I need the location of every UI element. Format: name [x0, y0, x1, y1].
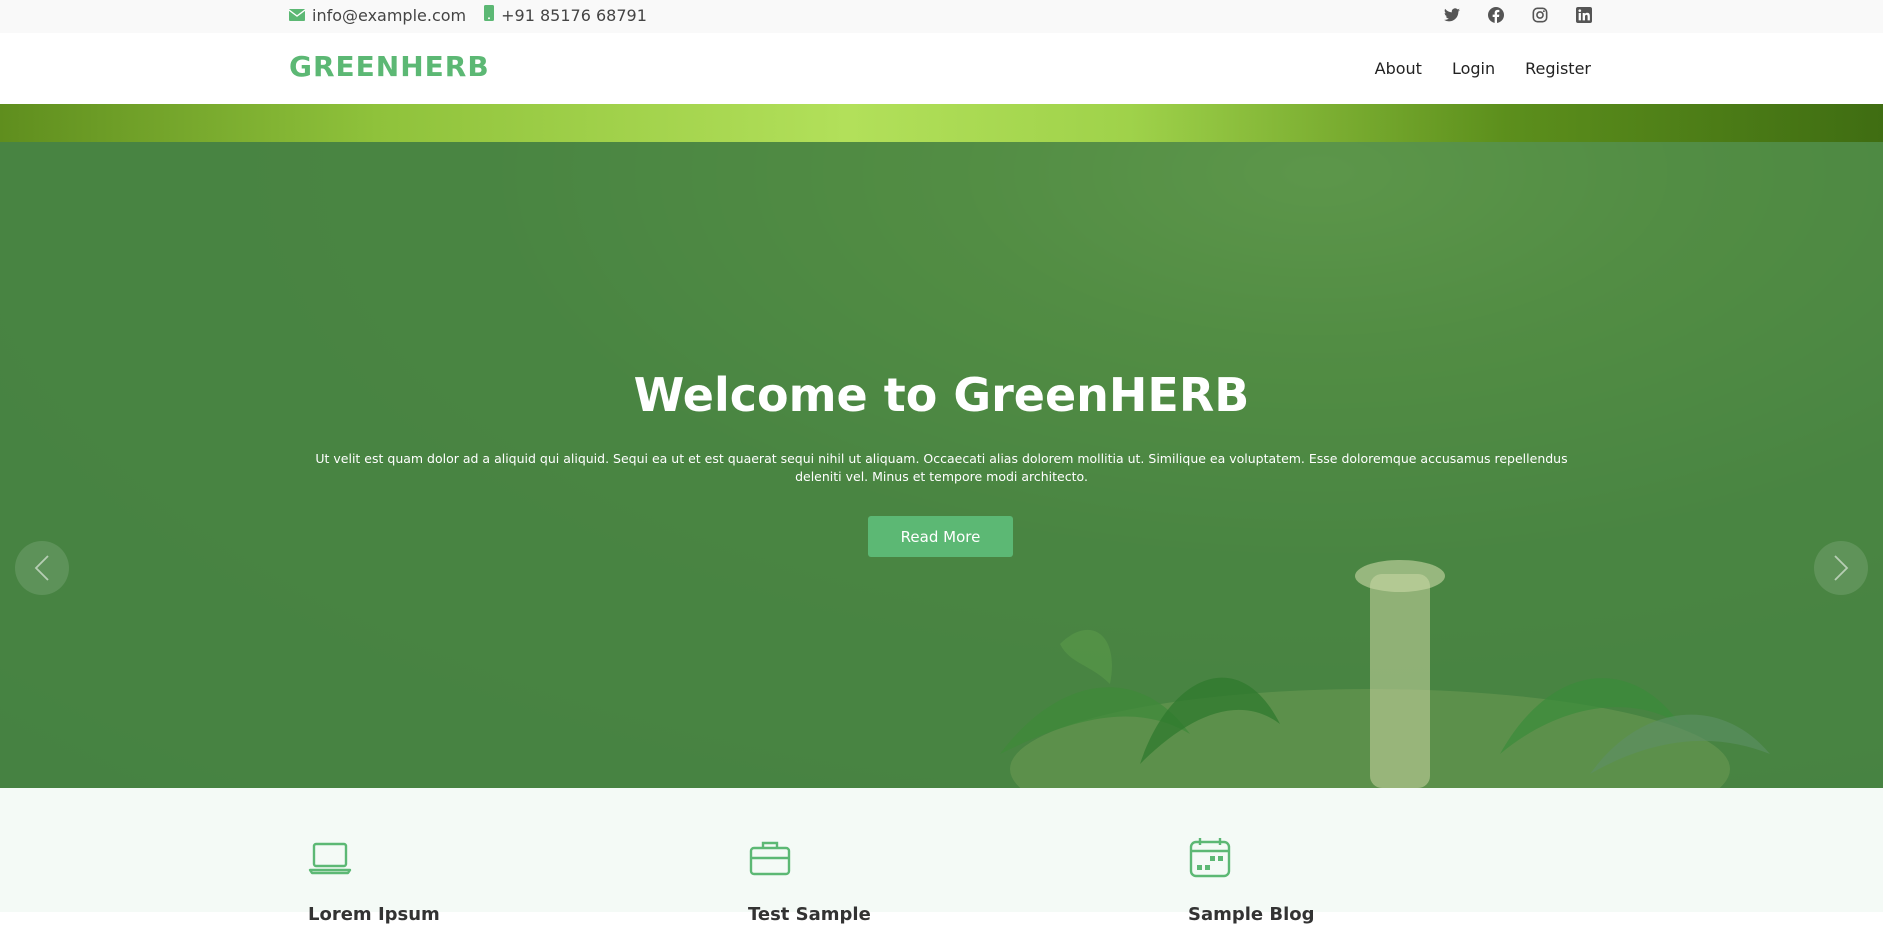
carousel-next-button[interactable] — [1814, 541, 1868, 595]
linkedin-icon[interactable] — [1575, 6, 1593, 24]
phone-icon — [484, 5, 495, 25]
email-contact[interactable]: info@example.com — [288, 5, 467, 25]
feature-card[interactable]: Lorem Ipsum — [289, 788, 689, 925]
chevron-right-icon — [1834, 555, 1849, 581]
feature-card[interactable]: Test Sample — [729, 788, 1129, 925]
site-logo[interactable]: GREENHERB — [289, 50, 490, 83]
top-bar: info@example.com +91 85176 68791 — [0, 0, 1883, 33]
hero-carousel — [0, 104, 1883, 788]
site-header: GREENHERB About Login Register — [0, 33, 1883, 104]
carousel-prev-button[interactable] — [15, 541, 69, 595]
social-links — [1443, 0, 1593, 30]
phone-text: +91 85176 68791 — [501, 5, 647, 25]
twitter-icon[interactable] — [1443, 6, 1461, 24]
hero-description: Ut velit est quam dolor ad a aliquid qui… — [315, 451, 1568, 484]
feature-title: Test Sample — [748, 904, 871, 925]
calendar-icon — [1189, 838, 1231, 878]
feature-card[interactable]: Sample Blog — [1169, 788, 1569, 925]
feature-title: Sample Blog — [1188, 904, 1315, 925]
instagram-icon[interactable] — [1531, 6, 1549, 24]
phone-contact[interactable]: +91 85176 68791 — [484, 5, 647, 25]
facebook-icon[interactable] — [1487, 6, 1505, 24]
chevron-left-icon — [34, 555, 49, 581]
nav-about[interactable]: About — [1375, 59, 1422, 78]
features-section: Lorem Ipsum Test Sample Sample Blog — [0, 788, 1883, 925]
briefcase-icon — [749, 841, 791, 876]
hero-title: Welcome to GreenHERB — [633, 368, 1250, 422]
hero-background-strip — [0, 104, 1883, 142]
contact-info: info@example.com +91 85176 68791 — [288, 0, 647, 30]
feature-title: Lorem Ipsum — [308, 904, 440, 925]
nav-register[interactable]: Register — [1525, 59, 1591, 78]
read-more-button[interactable]: Read More — [868, 516, 1013, 557]
laptop-icon — [308, 842, 352, 875]
main-nav: About Login Register — [1375, 33, 1591, 104]
email-text: info@example.com — [312, 5, 467, 25]
envelope-icon — [288, 6, 306, 25]
nav-login[interactable]: Login — [1452, 59, 1495, 78]
herb-mortar-image — [1000, 560, 1770, 788]
